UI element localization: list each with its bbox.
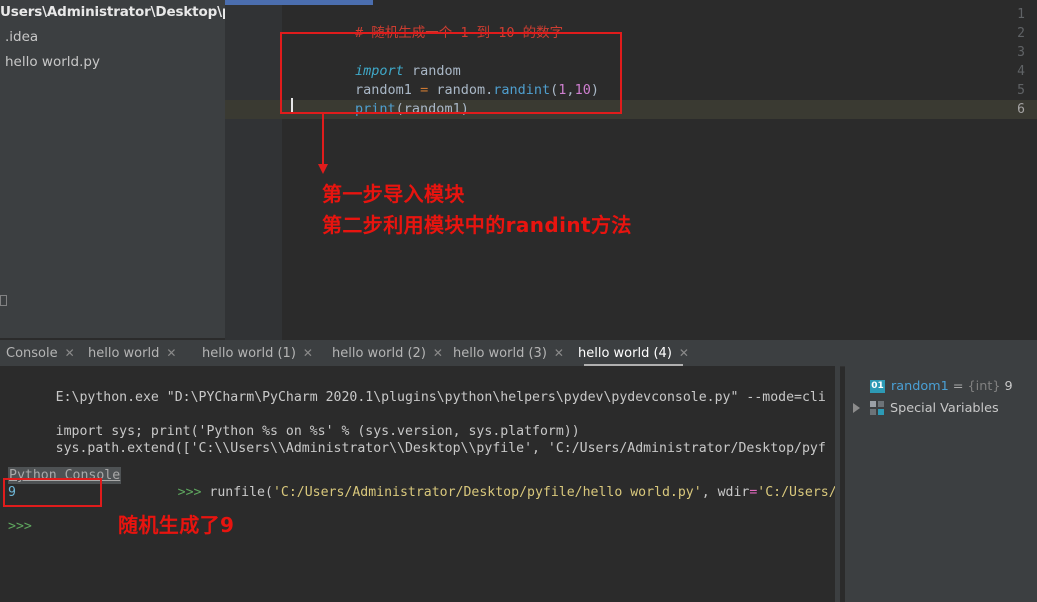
console-tab-bar[interactable]: Console ✕ hello world ✕ hello world (1) … <box>0 340 1037 367</box>
console-text: sys.path.extend(['C:\\Users\\Administrat… <box>55 441 826 456</box>
console-runfile-path: 'C:/Users/Administrator/Desktop/pyfile/h… <box>272 485 702 500</box>
console-wdir-path: 'C:/Users/ <box>757 485 837 500</box>
console-text: E:\python.exe "D:\PYCharm\PyCharm 2020.1… <box>55 390 826 405</box>
console-line-runfile: >>> runfile('C:/Users/Administrator/Desk… <box>130 467 837 518</box>
console-scrollbar[interactable] <box>835 366 840 602</box>
code-print-args: (random1) <box>395 101 469 117</box>
variable-row-random1[interactable]: 01 random1 = {int} 9 <box>870 376 1013 396</box>
top-region: Users\Administrator\Desktop\pyfile .idea… <box>0 0 1037 340</box>
code-line-4: random1 = random.randint(1,10) <box>290 62 599 98</box>
expand-chevron-icon[interactable] <box>853 403 860 413</box>
annotation-note-output: 随机生成了9 <box>118 513 235 537</box>
tab-close-icon[interactable]: ✕ <box>65 347 75 359</box>
code-func-randint: randint <box>493 82 551 98</box>
code-line-5: print(random1) <box>290 81 469 117</box>
tab-label: hello world (3) <box>453 345 547 361</box>
tab-label: hello world (2) <box>332 345 426 361</box>
line-number-6: 6 <box>1017 102 1025 117</box>
tab-hello-world[interactable]: hello world ✕ <box>88 340 176 366</box>
pycharm-window: Users\Administrator\Desktop\pyfile .idea… <box>0 0 1037 602</box>
int-variable-icon: 01 <box>870 379 885 393</box>
code-editor[interactable]: 1 2 3 4 5 6 # 随机生成一个 1 到 10 的数字 import r… <box>225 0 1037 340</box>
tab-close-icon[interactable]: ✕ <box>433 347 443 359</box>
tab-close-icon[interactable]: ✕ <box>679 347 689 359</box>
tab-hello-world-4[interactable]: hello world (4) ✕ <box>578 340 689 366</box>
tab-label: hello world (4) <box>578 345 672 361</box>
annotation-arrow-head <box>318 164 328 174</box>
variables-pane[interactable]: 01 random1 = {int} 9 Special Variables <box>845 366 1037 602</box>
code-line-1: # 随机生成一个 1 到 10 的数字 <box>290 5 563 41</box>
project-tree-item-idea[interactable]: .idea <box>0 25 225 50</box>
code-comma: , <box>566 82 575 98</box>
variable-name: random1 <box>891 378 949 394</box>
console-wdir-kw: , wdir <box>701 485 750 500</box>
variable-row-special-variables[interactable]: Special Variables <box>870 398 999 418</box>
line-number-5: 5 <box>1017 83 1025 98</box>
annotation-arrow-stem <box>322 114 324 166</box>
annotation-box-output <box>3 478 102 507</box>
console-runfile-call: runfile( <box>209 485 273 500</box>
variable-type: {int} <box>967 378 1001 394</box>
variable-name: Special Variables <box>890 400 999 416</box>
line-number-3: 3 <box>1017 45 1025 60</box>
code-comment-line1: # 随机生成一个 1 到 10 的数字 <box>355 25 564 41</box>
project-tree-pane[interactable]: Users\Administrator\Desktop\pyfile .idea… <box>0 0 225 339</box>
tab-hello-world-1[interactable]: hello world (1) ✕ <box>202 340 313 366</box>
variable-value: 9 <box>1004 378 1013 394</box>
line-number-1: 1 <box>1017 7 1025 22</box>
code-line-3: import random <box>290 43 461 79</box>
code-num-10: 10 <box>574 82 591 98</box>
variable-equals: = <box>952 378 964 394</box>
line-number-4: 4 <box>1017 64 1025 79</box>
tab-hello-world-2[interactable]: hello world (2) ✕ <box>332 340 443 366</box>
code-func-print: print <box>355 101 396 117</box>
console-final-prompt: >>> <box>8 519 32 534</box>
editor-gutter[interactable] <box>225 5 282 340</box>
python-console-output[interactable]: E:\python.exe "D:\PYCharm\PyCharm 2020.1… <box>0 366 840 602</box>
tab-label: hello world <box>88 345 160 361</box>
annotation-note-step2: 第二步利用模块中的randint方法 <box>322 213 632 237</box>
line-number-2: 2 <box>1017 26 1025 41</box>
tab-hello-world-3[interactable]: hello world (3) ✕ <box>453 340 564 366</box>
project-tree-root[interactable]: Users\Administrator\Desktop\pyfile <box>0 0 225 25</box>
text-caret <box>291 98 293 113</box>
project-tree-item-hello-world-py[interactable]: hello world.py <box>0 50 225 75</box>
code-paren-close: ) <box>590 82 599 98</box>
tree-scroll-artifact <box>0 295 7 306</box>
tab-label: hello world (1) <box>202 345 296 361</box>
tab-close-icon[interactable]: ✕ <box>303 347 313 359</box>
tab-close-icon[interactable]: ✕ <box>166 347 176 359</box>
console-prompt: >>> <box>177 485 210 500</box>
annotation-note-step1: 第一步导入模块 <box>322 182 465 206</box>
tab-console[interactable]: Console ✕ <box>6 340 75 366</box>
special-variables-icon <box>870 401 884 415</box>
tab-label: Console <box>6 345 58 361</box>
tab-close-icon[interactable]: ✕ <box>554 347 564 359</box>
